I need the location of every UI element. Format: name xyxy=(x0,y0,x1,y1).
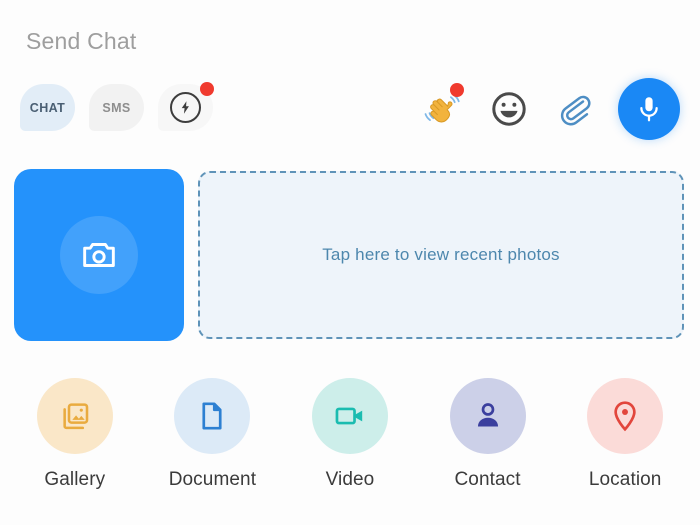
emoji-smiley-icon xyxy=(490,90,528,128)
flash-bolt-icon xyxy=(170,92,201,123)
microphone-icon xyxy=(634,94,664,124)
document-icon xyxy=(195,399,229,433)
contact-icon-circle xyxy=(449,378,526,454)
document-icon-circle xyxy=(174,378,251,454)
shortcut-document-label: Document xyxy=(168,469,257,490)
gallery-icon xyxy=(57,398,93,434)
shortcut-video-label: Video xyxy=(325,469,375,490)
flash-notification-badge xyxy=(200,82,214,96)
shortcut-document[interactable]: Document xyxy=(146,378,278,491)
action-icon-group xyxy=(420,78,680,140)
wave-button[interactable] xyxy=(420,79,466,139)
emoji-button[interactable] xyxy=(486,79,532,139)
shortcut-location-label: Location xyxy=(588,469,662,490)
gallery-icon-circle xyxy=(36,378,113,454)
camera-icon-halo xyxy=(60,216,138,294)
camera-capture-tile[interactable] xyxy=(14,169,184,341)
camera-icon xyxy=(79,235,119,275)
shortcut-location[interactable]: Location xyxy=(559,378,691,491)
recent-photos-dropzone[interactable]: Tap here to view recent photos xyxy=(198,171,684,339)
shortcut-video[interactable]: Video xyxy=(284,378,416,491)
wave-notification-badge xyxy=(450,83,464,97)
contact-icon xyxy=(471,399,505,433)
mode-chip-sms[interactable]: SMS xyxy=(89,84,144,131)
shortcut-contact-label: Contact xyxy=(454,469,521,490)
shortcut-gallery-label: Gallery xyxy=(44,469,106,490)
attachment-button[interactable] xyxy=(552,79,598,139)
voice-record-button[interactable] xyxy=(618,78,680,140)
recent-photos-label: Tap here to view recent photos xyxy=(322,245,560,264)
mode-chip-group: CHAT SMS xyxy=(20,82,214,131)
video-icon-circle xyxy=(311,378,388,454)
attachment-shortcut-row: Gallery Document Video Contact Location xyxy=(0,378,700,491)
paperclip-icon xyxy=(556,90,594,128)
location-icon-circle xyxy=(587,378,664,454)
mode-chip-chat-label: CHAT xyxy=(29,100,66,115)
video-icon xyxy=(333,399,367,433)
mode-chip-flash[interactable] xyxy=(158,82,214,131)
shortcut-gallery[interactable]: Gallery xyxy=(9,378,141,491)
location-icon xyxy=(608,399,642,433)
shortcut-contact[interactable]: Contact xyxy=(422,378,554,491)
mode-chip-chat[interactable]: CHAT xyxy=(20,84,75,131)
mode-chip-sms-label: SMS xyxy=(102,100,131,115)
page-title: Send Chat xyxy=(26,28,137,54)
